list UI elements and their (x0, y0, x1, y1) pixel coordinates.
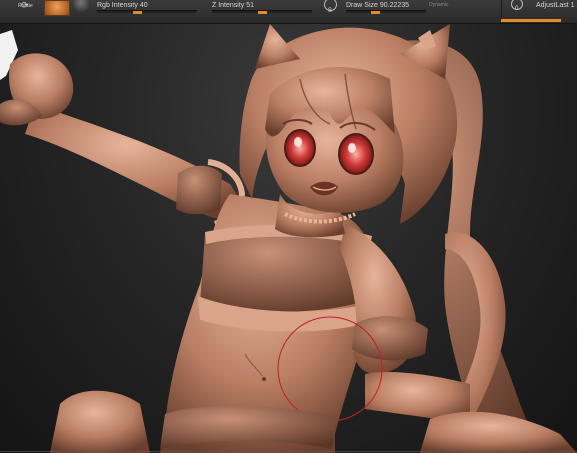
active-indicator (501, 19, 561, 22)
rgb-intensity-slider[interactable]: Rgb Intensity 40 (97, 0, 197, 19)
wrist-frill (176, 165, 222, 215)
z-intensity-thumb[interactable] (258, 11, 267, 14)
symmetry-toggle[interactable]: S (318, 0, 340, 20)
rotate-button[interactable]: ⟳ Rotate (12, 0, 42, 23)
brush-selector[interactable]: 0 (507, 0, 527, 20)
canvas-frame-line (0, 451, 577, 452)
sculpt-render (0, 24, 577, 453)
rotate-label: Rotate (18, 3, 33, 9)
top-toolbar: ⟳ Rotate Rgb Intensity 40 Z Intensity 51… (0, 0, 577, 24)
z-intensity-slider[interactable]: Z Intensity 51 (212, 0, 312, 19)
rgb-intensity-value: 40 (139, 2, 148, 9)
rgb-intensity-thumb[interactable] (133, 11, 142, 14)
draw-size-value: 90.22235 (379, 2, 410, 9)
rgb-intensity-label: Rgb Intensity (97, 2, 138, 9)
adjust-last-label: AdjustLast (536, 2, 569, 9)
material-swatch[interactable] (44, 0, 70, 16)
elbow-frill (352, 316, 428, 361)
draw-size-thumb[interactable] (371, 11, 380, 14)
draw-size-slider[interactable]: Draw Size 90.22235 (346, 0, 426, 19)
draw-size-label: Draw Size (346, 2, 378, 9)
rgb-intensity-track[interactable] (97, 10, 197, 13)
left-eye (284, 129, 316, 167)
z-intensity-label: Z Intensity (212, 2, 245, 9)
brush-index: 0 (515, 6, 519, 12)
zbrush-window: ⟳ Rotate Rgb Intensity 40 Z Intensity 51… (0, 0, 577, 453)
adjust-last-value: 1 (570, 2, 575, 9)
right-eye (338, 133, 374, 175)
material-sphere-icon[interactable] (73, 0, 89, 12)
sculpt-canvas[interactable] (0, 24, 577, 453)
z-intensity-value: 51 (246, 2, 255, 9)
draw-size-track[interactable] (346, 10, 426, 13)
symmetry-label: S (328, 8, 333, 14)
dynamic-toggle[interactable]: Dynamic (429, 2, 448, 8)
adjust-last-control[interactable]: AdjustLast 1 (536, 2, 575, 9)
